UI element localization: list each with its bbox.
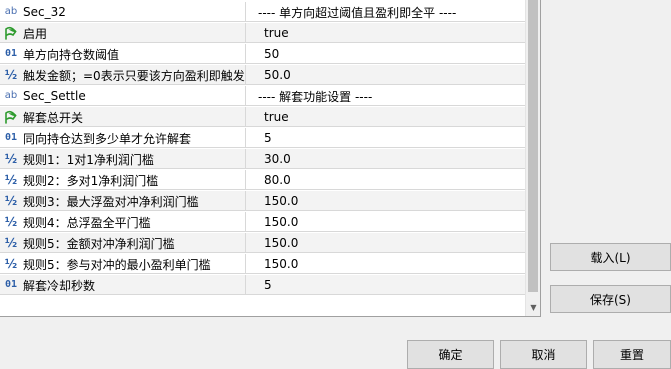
load-button[interactable]: 载入(L): [550, 243, 671, 271]
property-value-cell[interactable]: true: [246, 107, 525, 127]
property-value-cell[interactable]: 5: [246, 275, 525, 295]
scrollbar-thumb[interactable]: [528, 0, 538, 292]
property-name-cell: ½ 触发金额；=0表示只要该方向盈利即触发: [0, 65, 246, 85]
property-name-label: 规则4：总浮盈全平门槛: [23, 215, 151, 230]
property-value-cell[interactable]: 80.0: [246, 170, 525, 190]
integer-type-icon: 01: [4, 132, 18, 143]
property-value-cell[interactable]: true: [246, 23, 525, 43]
double-type-icon: ½: [4, 152, 18, 166]
double-type-icon: ½: [4, 257, 18, 271]
property-name-label: 解套冷却秒数: [23, 278, 96, 293]
section-header-row[interactable]: ab Sec_Settle ---- 解套功能设置 ----: [0, 86, 525, 106]
double-type-icon: ½: [4, 236, 18, 250]
save-button[interactable]: 保存(S): [550, 285, 671, 313]
string-type-icon: ab: [4, 6, 18, 17]
property-name-label: 规则1：1对1净利润门槛: [23, 152, 154, 167]
property-name-cell: 解套总开关: [0, 107, 246, 127]
property-row[interactable]: 解套总开关 true: [0, 107, 525, 127]
boolean-flag-icon: [3, 25, 19, 41]
property-name-label: 触发金额；=0表示只要该方向盈利即触发: [23, 68, 245, 83]
property-name-cell: 01 解套冷却秒数: [0, 275, 246, 295]
property-name-label: 解套总开关: [23, 110, 84, 125]
ok-button[interactable]: 确定: [407, 340, 494, 369]
double-type-icon: ½: [4, 68, 18, 82]
property-name-cell: ab Sec_Settle: [0, 86, 246, 106]
property-name-cell: ½ 规则2：多对1净利润门槛: [0, 170, 246, 190]
property-name-cell: 01 单方向持仓数阈值: [0, 44, 246, 64]
property-row[interactable]: ½ 规则4：总浮盈全平门槛 150.0: [0, 212, 525, 232]
property-value-cell[interactable]: 30.0: [246, 149, 525, 169]
property-name-label: 规则5：金额对冲净利润门槛: [23, 236, 175, 251]
section-title-value: ---- 解套功能设置 ----: [258, 89, 373, 104]
property-row[interactable]: ½ 规则3：最大浮盈对冲净利润门槛 150.0: [0, 191, 525, 211]
property-name-cell: 启用: [0, 23, 246, 43]
property-value-cell[interactable]: 5: [246, 128, 525, 148]
property-name-cell: ½ 规则5：金额对冲净利润门槛: [0, 233, 246, 253]
double-type-icon: ½: [4, 173, 18, 187]
property-name-label: 规则2：多对1净利润门槛: [23, 173, 159, 188]
property-name-cell: 01 同向持仓达到多少单才允许解套: [0, 128, 246, 148]
property-row[interactable]: ½ 规则2：多对1净利润门槛 80.0: [0, 170, 525, 190]
property-name-cell: ½ 规则5：参与对冲的最小盈利单门槛: [0, 254, 246, 274]
property-value-cell[interactable]: 150.0: [246, 191, 525, 211]
cancel-button[interactable]: 取消: [500, 340, 587, 369]
property-value-cell[interactable]: 50.0: [246, 65, 525, 85]
property-row[interactable]: 01 同向持仓达到多少单才允许解套 5: [0, 128, 525, 148]
section-title-value: ---- 单方向超过阈值且盈利即全平 ----: [258, 5, 457, 20]
property-name-label: Sec_32: [23, 5, 66, 19]
double-type-icon: ½: [4, 194, 18, 208]
property-name-label: 单方向持仓数阈值: [23, 47, 120, 62]
property-row[interactable]: ½ 触发金额；=0表示只要该方向盈利即触发 50.0: [0, 65, 525, 85]
scroll-down-arrow-icon[interactable]: ▼: [526, 299, 540, 316]
reset-button[interactable]: 重置: [593, 340, 671, 369]
integer-type-icon: 01: [4, 279, 18, 290]
string-type-icon: ab: [4, 90, 18, 101]
integer-type-icon: 01: [4, 48, 18, 59]
property-name-label: Sec_Settle: [23, 89, 86, 103]
property-name-label: 规则5：参与对冲的最小盈利单门槛: [23, 257, 211, 272]
vertical-scrollbar[interactable]: ▼: [525, 0, 540, 316]
property-name-label: 规则3：最大浮盈对冲净利润门槛: [23, 194, 199, 209]
property-name-cell: ½ 规则1：1对1净利润门槛: [0, 149, 246, 169]
property-grid: ab Sec_32 ---- 单方向超过阈值且盈利即全平 ---- 启用 true 01 单…: [0, 0, 541, 317]
property-name-label: 同向持仓达到多少单才允许解套: [23, 131, 192, 146]
property-value-cell[interactable]: 150.0: [246, 212, 525, 232]
section-header-row[interactable]: ab Sec_32 ---- 单方向超过阈值且盈利即全平 ----: [0, 2, 525, 22]
property-row[interactable]: 01 解套冷却秒数 5: [0, 275, 525, 295]
boolean-flag-icon: [3, 109, 19, 125]
property-row[interactable]: 启用 true: [0, 23, 525, 43]
property-value-cell[interactable]: 150.0: [246, 233, 525, 253]
property-name-label: 启用: [23, 26, 48, 41]
property-name-cell: ½ 规则4：总浮盈全平门槛: [0, 212, 246, 232]
property-value-cell[interactable]: 50: [246, 44, 525, 64]
double-type-icon: ½: [4, 215, 18, 229]
property-row[interactable]: ½ 规则5：参与对冲的最小盈利单门槛 150.0: [0, 254, 525, 274]
property-row[interactable]: ½ 规则5：金额对冲净利润门槛 150.0: [0, 233, 525, 253]
property-name-cell: ½ 规则3：最大浮盈对冲净利润门槛: [0, 191, 246, 211]
property-name-cell: ab Sec_32: [0, 2, 246, 22]
property-row[interactable]: ½ 规则1：1对1净利润门槛 30.0: [0, 149, 525, 169]
property-row[interactable]: 01 单方向持仓数阈值 50: [0, 44, 525, 64]
property-value-cell[interactable]: 150.0: [246, 254, 525, 274]
